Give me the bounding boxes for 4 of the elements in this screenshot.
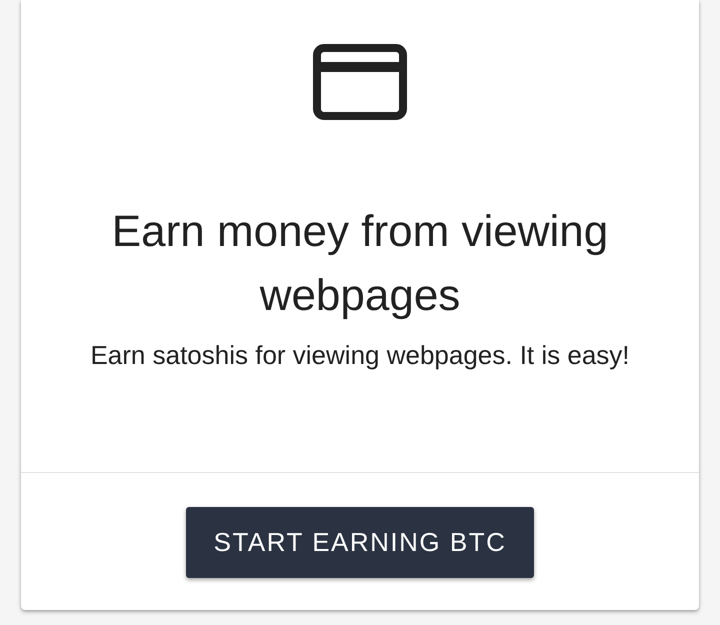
- credit-card-icon: [313, 44, 407, 120]
- card-title: Earn money from viewing webpages: [110, 206, 610, 322]
- card-subtitle: Earn satoshis for viewing webpages. It is easy!: [90, 340, 630, 371]
- start-earning-button[interactable]: START EARNING BTC: [186, 507, 534, 578]
